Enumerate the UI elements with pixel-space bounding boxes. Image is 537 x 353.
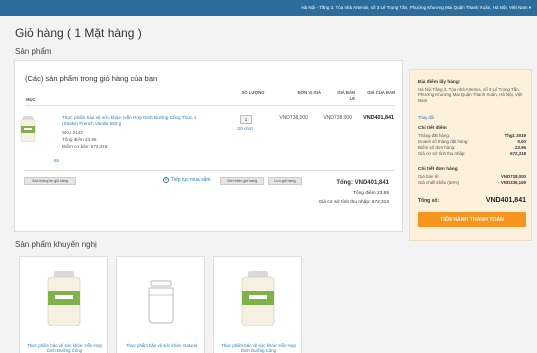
quantity-input[interactable]: 1: [240, 115, 252, 124]
divider: [25, 105, 395, 106]
row-label: Doanh số tháng đặt hàng:: [418, 139, 469, 144]
order-row: Giá bán lẻ: VND738,000: [418, 174, 526, 179]
order-details-heading: Chi tiết đơn hàng: [418, 167, 458, 172]
product-image[interactable]: [240, 271, 276, 326]
product-image[interactable]: [46, 271, 82, 326]
total-label: Tổng số:: [418, 197, 440, 204]
cart-total: Tổng: VND401,841: [336, 180, 389, 186]
row-label: Giá cơ sở tính thu nhập:: [418, 151, 466, 156]
remove-item-link[interactable]: Gỡ nhớt: [237, 126, 253, 131]
points-row: Giá cơ sở tính thu nhập: 672,318: [418, 151, 526, 156]
recommended-product-name[interactable]: Thực phẩm bảo vệ sức khỏe: Hỗn Hợp Dinh …: [26, 343, 103, 353]
recommended-product-name[interactable]: Thực phẩm bảo vệ sức khỏe: Natural: [123, 343, 200, 348]
column-retail-price: GIÁ BÁN LẺ: [337, 90, 355, 101]
row-value: Thg1 2019: [504, 133, 526, 138]
pickup-heading: Địa điểm lấy hàng:: [418, 80, 461, 85]
cart-total-points: Tổng điểm 23.95: [352, 191, 389, 196]
points-row: Doanh số tháng đặt hàng: 0.00: [418, 139, 526, 144]
points-row: Tháng đặt hàng: Thg1 2019: [418, 133, 526, 138]
row-value: 23.95: [515, 145, 526, 150]
column-unit-price: ĐƠN VỊ GIÁ: [297, 90, 321, 95]
pickup-address: Hà Nội Tầng 3, Tòa nhà Artemis, số 3 Lê …: [418, 87, 523, 103]
save-cart-button[interactable]: Lưu giỏ hàng: [268, 177, 302, 185]
continue-shopping-link[interactable]: + Tiếp tục mua sắm: [163, 177, 211, 183]
placeholder-jar-icon: [148, 280, 174, 324]
row-label: Giá bán lẻ:: [418, 174, 440, 179]
recommended-product-card[interactable]: Thực phẩm bảo vệ sức khỏe: Hỗn Hợp Dinh …: [19, 256, 108, 353]
summary-total: Tổng số: VND401,841: [418, 197, 526, 204]
column-quantity: SỐ LƯỢNG: [241, 90, 265, 95]
share-cart-button[interactable]: Giới thiệu giỏ hàng: [220, 177, 264, 185]
page-title: Giỏ hàng ( 1 Mặt hàng ): [15, 26, 142, 40]
continue-shopping-label: Tiếp tục mua sắm: [171, 177, 211, 183]
section-title-recommended: Sản phẩm khuyến nghị: [15, 240, 97, 249]
row-label: Giá chiết khấu (50%): [418, 180, 459, 185]
order-row: Giá chiết khấu (50%) - VND336,159: [418, 180, 526, 185]
row-label: Tháng đặt hàng:: [418, 133, 450, 138]
edit-link[interactable]: Bỏ: [54, 158, 59, 163]
column-your-price: GIÁ CỦA BẠN: [367, 90, 395, 95]
unit-price: VND738,000: [279, 115, 308, 121]
cart-heading: (Các) sản phẩm trong giỏ hàng của bạn: [25, 74, 158, 83]
divider: [24, 170, 394, 171]
points-heading: Chi tiết điểm: [418, 126, 447, 131]
section-title-products: Sản phẩm: [15, 47, 52, 56]
product-sku: SKU 0143: [62, 130, 83, 135]
product-name-link[interactable]: Thực phẩm bảo vệ sức khỏe: Hỗn Hợp Dinh …: [62, 115, 212, 127]
change-pickup-link[interactable]: Thay đổi: [418, 115, 434, 120]
row-value: 672,318: [510, 151, 526, 156]
product-image[interactable]: [20, 116, 36, 142]
row-value: VND738,000: [500, 174, 526, 179]
recommended-product-name[interactable]: Thực phẩm bảo vệ sức khỏe: Hỗn Hợp Dinh …: [220, 343, 297, 353]
recommended-product-card[interactable]: Thực phẩm bảo vệ sức khỏe: Natural: [116, 256, 205, 353]
plus-circle-icon: +: [163, 176, 169, 183]
your-price: VND401,841: [363, 115, 394, 121]
points-row: Điểm số đơn hàng: 23.95: [418, 145, 526, 150]
location-bar[interactable]: Hà Nội - Tầng 3, Tòa nhà Artemis, số 3 L…: [0, 0, 537, 16]
product-volume-points: Tổng điểm 23.95: [62, 137, 97, 142]
cart-tax-base: Giá cơ sở tính thu nhập: 672,318: [318, 200, 389, 205]
clear-cart-button[interactable]: Xóa thông tin giỏ hàng: [24, 177, 76, 185]
order-summary-panel: Địa điểm lấy hàng: Hà Nội Tầng 3, Tòa nh…: [409, 69, 532, 241]
product-base-price: Điểm cơ bản: 672,318: [62, 144, 108, 149]
checkout-button[interactable]: TIẾN HÀNH THANH TOÁN: [418, 212, 526, 227]
location-text[interactable]: Hà Nội - Tầng 3, Tòa nhà Artemis, số 3 L…: [301, 5, 531, 11]
recommended-product-card[interactable]: Thực phẩm bảo vệ sức khỏe: Hỗn Hợp Dinh …: [213, 256, 302, 353]
column-item: MỤC: [26, 97, 36, 102]
retail-price: VND738,000: [323, 115, 352, 121]
row-value: - VND336,159: [498, 180, 526, 185]
row-value: 0.00: [517, 139, 526, 144]
total-value: VND401,841: [485, 197, 526, 204]
row-label: Điểm số đơn hàng:: [418, 145, 456, 150]
